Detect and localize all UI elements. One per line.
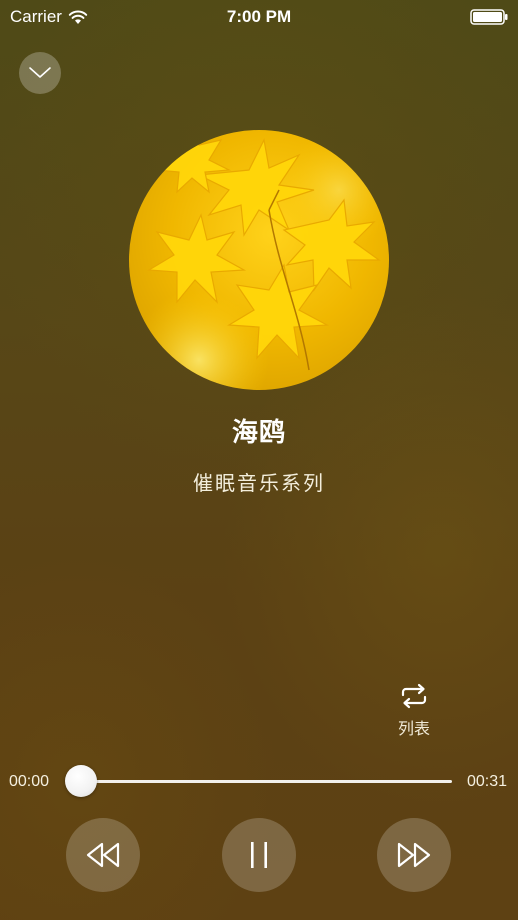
battery-icon — [470, 9, 508, 25]
maple-leaves-artwork — [129, 130, 389, 390]
progress-thumb[interactable] — [65, 765, 97, 797]
loop-mode-label: 列表 — [397, 721, 430, 738]
fast-forward-icon — [397, 842, 431, 868]
rewind-icon — [86, 842, 120, 868]
song-title: 海鸥 — [231, 417, 286, 447]
chevron-down-icon — [29, 67, 51, 78]
progress-slider[interactable] — [80, 780, 452, 783]
current-time: 00:00 — [9, 773, 50, 790]
album-name: 催眠音乐系列 — [193, 473, 325, 495]
repeat-icon — [401, 683, 427, 709]
total-time: 00:31 — [466, 773, 507, 790]
status-bar: Carrier 7:00 PM — [0, 0, 518, 34]
pause-icon — [251, 842, 267, 868]
pause-button[interactable] — [222, 818, 296, 892]
album-artwork — [129, 130, 389, 390]
next-button[interactable] — [377, 818, 451, 892]
collapse-button[interactable] — [19, 52, 61, 94]
loop-mode-button[interactable]: 列表 — [384, 680, 444, 740]
music-player-screen: Carrier 7:00 PM 海鸥 催眠音乐系列 列表 00:00 00:31 — [0, 0, 518, 920]
status-time: 7:00 PM — [226, 7, 292, 26]
previous-button[interactable] — [66, 818, 140, 892]
